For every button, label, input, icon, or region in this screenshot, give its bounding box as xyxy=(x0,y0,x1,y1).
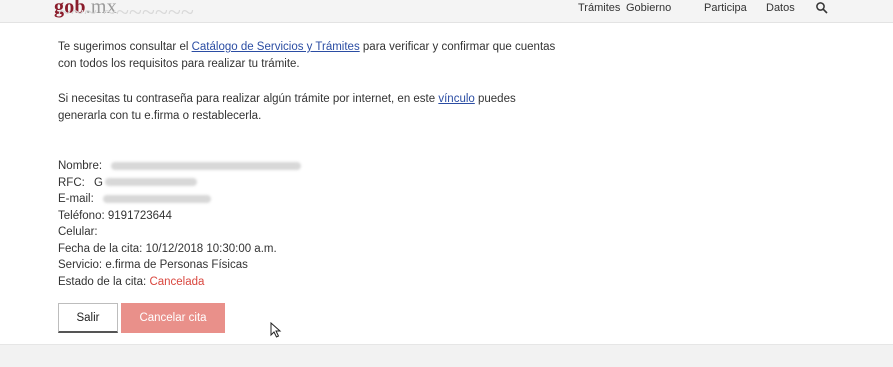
telefono-value: 9191723644 xyxy=(107,209,172,222)
rfc-label: RFC: xyxy=(58,176,85,189)
footer-band xyxy=(0,344,893,367)
page-heading-cut: ~~~ ~~~~~~~ xyxy=(58,10,194,22)
salir-button[interactable]: Salir xyxy=(58,303,118,333)
rfc-value-blurred xyxy=(105,178,197,187)
email-value-blurred xyxy=(102,194,211,203)
field-email: E-mail: xyxy=(58,191,301,208)
nav-gobierno[interactable]: Gobierno xyxy=(626,2,671,14)
servicio-label: Servicio: xyxy=(58,259,103,271)
field-fecha: Fecha de la cita: 10/12/2018 10:30:00 a.… xyxy=(58,241,301,258)
nombre-value-blurred xyxy=(111,161,302,170)
appointment-details: Nombre: RFC: G E-mail: Teléfono: 9191723… xyxy=(58,158,302,291)
mouse-cursor-icon xyxy=(270,322,282,338)
fecha-label: Fecha de la cita: xyxy=(58,242,143,255)
para2-text-a: Si necesitas tu contraseña para realizar… xyxy=(58,93,439,105)
search-icon[interactable] xyxy=(815,1,829,15)
field-servicio: Servicio: e.firma de Personas Físicas xyxy=(58,257,301,274)
field-nombre: Nombre: xyxy=(58,158,302,175)
catalog-link[interactable]: Catálogo de Servicios y Trámites xyxy=(192,41,360,53)
nombre-label: Nombre: xyxy=(58,160,103,172)
fecha-value: 10/12/2018 10:30:00 a.m. xyxy=(145,242,277,255)
estado-label: Estado de la cita: xyxy=(58,275,147,288)
status-badge: Cancelada xyxy=(149,275,205,288)
servicio-value: e.firma de Personas Físicas xyxy=(105,259,248,271)
field-telefono: Teléfono: 9191723644 xyxy=(58,208,301,225)
email-label: E-mail: xyxy=(58,193,94,205)
field-celular: Celular: xyxy=(58,224,301,241)
nav-tramites[interactable]: Trámites xyxy=(578,2,620,14)
catalog-paragraph: Te sugerimos consultar el Catálogo de Se… xyxy=(58,39,558,73)
password-paragraph: Si necesitas tu contraseña para realizar… xyxy=(58,91,558,125)
field-estado: Estado de la cita: Cancelada xyxy=(58,274,301,291)
celular-label: Celular: xyxy=(58,226,98,238)
rfc-prefix: G xyxy=(94,176,103,189)
nav-participa[interactable]: Participa xyxy=(704,2,747,14)
cancel-appointment-button[interactable]: Cancelar cita xyxy=(121,303,225,333)
para1-text-a: Te sugerimos consultar el xyxy=(58,41,192,53)
field-rfc: RFC: G xyxy=(58,175,301,192)
vinculo-link[interactable]: vínculo xyxy=(438,93,474,105)
nav-datos[interactable]: Datos xyxy=(766,2,795,14)
telefono-label: Teléfono: xyxy=(58,209,105,222)
